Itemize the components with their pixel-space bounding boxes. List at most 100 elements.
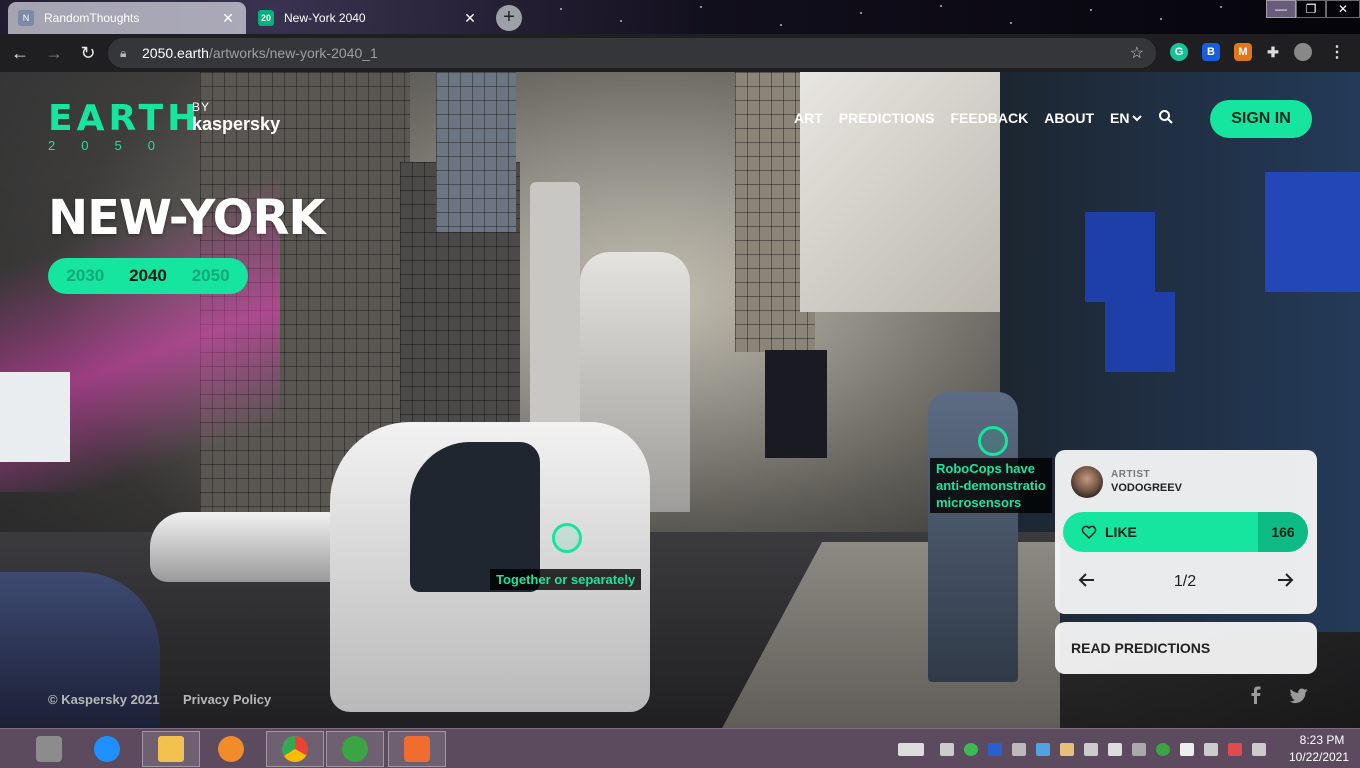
restore-icon[interactable]: ❐ bbox=[1296, 0, 1326, 18]
hotspot-label-truck[interactable]: Together or separately bbox=[490, 569, 642, 590]
monitor-icon[interactable] bbox=[1036, 743, 1050, 756]
drive-icon[interactable] bbox=[940, 743, 954, 756]
like-count: 166 bbox=[1258, 512, 1308, 552]
nav-predictions[interactable]: PREDICTIONS bbox=[839, 110, 935, 126]
overhang-building bbox=[800, 72, 1030, 312]
profile-icon[interactable] bbox=[1294, 43, 1312, 61]
city-title: NEW-YORK bbox=[48, 190, 326, 246]
search-icon[interactable] bbox=[1158, 109, 1174, 125]
notion-favicon-icon: N bbox=[18, 10, 34, 26]
back-arrow-icon[interactable]: ← bbox=[4, 37, 36, 69]
footer-copyright: © Kaspersky 2021 bbox=[48, 692, 160, 707]
address-bar[interactable]: 🔒︎ 2050.earth/artworks/new-york-2040_1 ☆ bbox=[108, 38, 1156, 68]
url-path: /artworks/new-york-2040_1 bbox=[208, 45, 378, 61]
tool-icon[interactable] bbox=[20, 731, 78, 767]
speaker-icon[interactable] bbox=[1252, 743, 1266, 756]
year-2030[interactable]: 2030 bbox=[66, 266, 104, 286]
windows-taskbar bbox=[0, 728, 1360, 768]
hotspot-truck[interactable] bbox=[552, 523, 582, 553]
artist-name[interactable]: VODOGREEV bbox=[1111, 482, 1182, 494]
tab-new-york-2040[interactable]: 20 New-York 2040 ✕ bbox=[248, 2, 488, 34]
like-button[interactable]: LIKE 166 bbox=[1063, 512, 1308, 552]
facebook-icon[interactable] bbox=[1248, 686, 1262, 704]
lock-icon: 🔒︎ bbox=[120, 45, 127, 60]
like-label: LIKE bbox=[1105, 524, 1137, 540]
action-center-icon[interactable] bbox=[1228, 743, 1242, 756]
twitter-icon[interactable] bbox=[1288, 688, 1308, 704]
reload-icon[interactable]: ↻ bbox=[72, 37, 104, 69]
nav-about[interactable]: ABOUT bbox=[1044, 110, 1094, 126]
year-switcher: 2030 2040 2050 bbox=[48, 258, 248, 294]
glass-tower bbox=[436, 72, 516, 232]
tab-randomthoughts[interactable]: N RandomThoughts ✕ bbox=[8, 2, 246, 34]
main-nav: ART PREDICTIONS FEEDBACK ABOUT EN bbox=[794, 110, 1143, 126]
pager: 1/2 bbox=[1173, 573, 1197, 590]
arrow-left-icon[interactable] bbox=[1077, 570, 1097, 590]
language-select[interactable]: EN bbox=[1110, 110, 1143, 126]
power-icon[interactable] bbox=[1132, 743, 1146, 756]
logo-year: 2050 bbox=[48, 138, 181, 153]
chevron-down-icon bbox=[1132, 114, 1143, 121]
artwork-card: ARTIST VODOGREEV LIKE 166 1/2 bbox=[1055, 450, 1317, 614]
bluetooth-icon[interactable] bbox=[988, 743, 1002, 756]
battery-icon[interactable] bbox=[1060, 743, 1074, 756]
arrow-right-icon[interactable] bbox=[1275, 570, 1295, 590]
browser-toolbar: ← → ↻ 🔒︎ 2050.earth/artworks/new-york-20… bbox=[0, 34, 1360, 72]
billboard-i bbox=[1105, 292, 1175, 372]
tab-label: RandomThoughts bbox=[44, 11, 140, 25]
artist-kicker: ARTIST bbox=[1111, 469, 1151, 480]
taskview-icon[interactable] bbox=[1180, 743, 1194, 756]
hotspot-robocops[interactable] bbox=[978, 426, 1008, 456]
billboard-c bbox=[1265, 172, 1360, 292]
metamask-icon[interactable]: M bbox=[1234, 43, 1252, 61]
forward-arrow-icon[interactable]: → bbox=[38, 37, 70, 69]
new-tab-button[interactable]: + bbox=[496, 5, 522, 31]
logo-by: BY bbox=[192, 100, 211, 114]
nav-feedback[interactable]: FEEDBACK bbox=[950, 110, 1028, 126]
language-value: EN bbox=[1110, 110, 1130, 126]
menu-icon[interactable]: ⋮ bbox=[1328, 43, 1346, 61]
tab-label: New-York 2040 bbox=[284, 11, 366, 25]
left-sign bbox=[0, 372, 70, 462]
tab-close-icon[interactable]: ✕ bbox=[462, 10, 478, 27]
billboard-m bbox=[1085, 212, 1155, 302]
puzzle-icon[interactable]: ✚ bbox=[1264, 43, 1282, 61]
hotspot-label-robocops[interactable]: RoboCops have anti-demonstratio microsen… bbox=[930, 458, 1052, 513]
sign-in-button[interactable]: SIGN IN bbox=[1210, 100, 1312, 138]
utorrent-tray-icon[interactable] bbox=[1156, 743, 1170, 756]
clock-date[interactable]: 10/22/2021 bbox=[1284, 750, 1354, 764]
year-2050[interactable]: 2050 bbox=[192, 266, 230, 286]
security-icon[interactable] bbox=[964, 743, 978, 756]
clock-time[interactable]: 8:23 PM bbox=[1292, 733, 1352, 747]
ccleaner-icon[interactable] bbox=[202, 731, 260, 767]
url-host: 2050.earth bbox=[142, 45, 209, 61]
curved-tower bbox=[530, 182, 580, 442]
portrait-billboard bbox=[765, 350, 827, 458]
year-2040[interactable]: 2040 bbox=[129, 266, 167, 286]
folder-icon[interactable] bbox=[142, 731, 200, 767]
earth-2050-logo[interactable]: EARTH 2050 bbox=[48, 101, 201, 154]
volume-icon[interactable] bbox=[1108, 743, 1122, 756]
chrome-icon[interactable] bbox=[266, 731, 324, 767]
minimize-icon[interactable]: — bbox=[1266, 0, 1296, 18]
utorrent-icon[interactable] bbox=[326, 731, 384, 767]
browser-titlebar: N RandomThoughts ✕ 20 New-York 2040 ✕ + … bbox=[0, 0, 1360, 34]
bitwarden-icon[interactable]: B bbox=[1202, 43, 1220, 61]
tab-close-icon[interactable]: ✕ bbox=[220, 10, 236, 27]
earth2050-favicon-icon: 20 bbox=[258, 10, 274, 26]
display-icon[interactable] bbox=[1012, 743, 1026, 756]
bookmark-star-icon[interactable]: ☆ bbox=[1130, 43, 1144, 63]
close-icon[interactable]: ✕ bbox=[1326, 0, 1360, 18]
avatar[interactable] bbox=[1071, 466, 1103, 498]
nav-art[interactable]: ART bbox=[794, 110, 823, 126]
heart-icon bbox=[1081, 525, 1097, 540]
keyboard-icon[interactable] bbox=[898, 743, 924, 756]
ie-icon[interactable] bbox=[78, 731, 136, 767]
read-predictions-button[interactable]: READ PREDICTIONS bbox=[1055, 622, 1317, 674]
privacy-policy-link[interactable]: Privacy Policy bbox=[183, 692, 271, 707]
grammarly-icon[interactable]: G bbox=[1170, 43, 1188, 61]
media-icon[interactable] bbox=[388, 731, 446, 767]
artwork-page: EARTH 2050 BY kaspersky ART PREDICTIONS … bbox=[0, 72, 1360, 728]
home-icon[interactable] bbox=[1084, 743, 1098, 756]
network-icon[interactable] bbox=[1204, 743, 1218, 756]
